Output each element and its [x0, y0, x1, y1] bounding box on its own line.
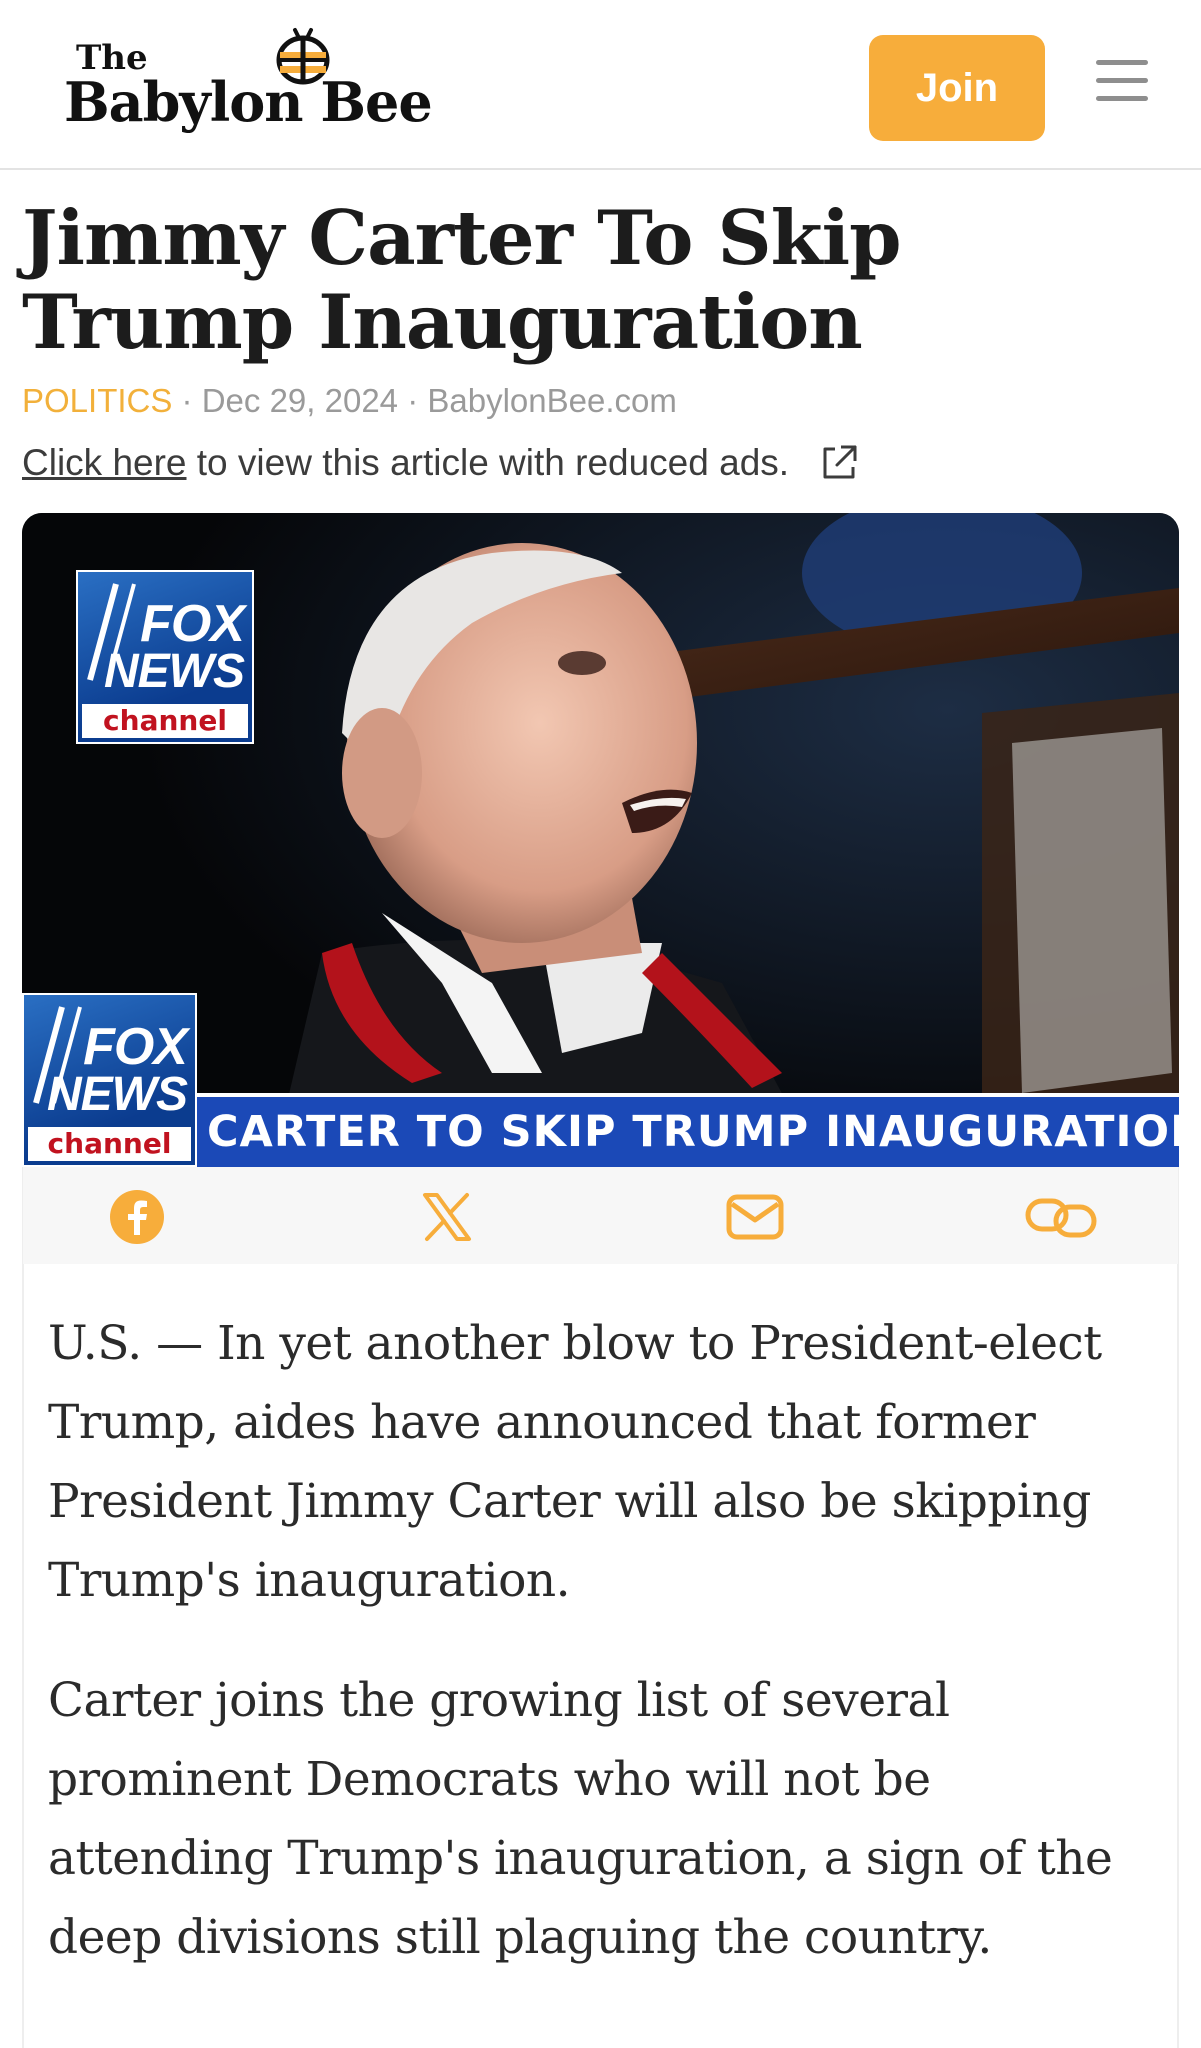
fox-logo-channel-text: channel	[82, 704, 248, 738]
site-logo[interactable]: The Babylon Bee	[64, 26, 444, 144]
news-chyron: CARTER TO SKIP TRUMP INAUGURATION	[197, 1093, 1179, 1167]
article-paragraph: Carter joins the growing list of several…	[48, 1673, 1113, 1965]
fox-logo-channel-text: channel	[28, 1127, 191, 1161]
x-icon	[423, 1193, 471, 1241]
category-link[interactable]: POLITICS	[22, 382, 172, 419]
fox-logo-fox-text: FOX	[140, 595, 245, 653]
fox-logo-news-text: NEWS	[104, 645, 245, 698]
hamburger-menu-icon[interactable]	[1096, 60, 1148, 104]
share-email-button[interactable]	[725, 1189, 785, 1245]
article-body: U.S. — In yet another blow to President-…	[22, 1264, 1179, 2048]
facebook-icon	[110, 1190, 164, 1244]
site-header: The Babylon Bee Join	[0, 0, 1201, 170]
article-paragraph: U.S. — In yet another blow to President-…	[48, 1316, 1102, 1608]
share-facebook-button[interactable]	[107, 1189, 167, 1245]
meta-separator: ·	[407, 382, 419, 419]
article-headline: Jimmy Carter To Skip Trump Inauguration	[22, 194, 902, 366]
share-bar	[22, 1167, 1179, 1264]
reduced-ads-link[interactable]: Click here	[22, 442, 187, 484]
article-meta: POLITICS · Dec 29, 2024 · BabylonBee.com	[22, 382, 677, 420]
fox-logo-news-text: NEWS	[47, 1068, 188, 1121]
fox-news-logo-top: FOX NEWS channel	[76, 570, 254, 744]
external-link-icon[interactable]	[819, 443, 859, 483]
logo-name-text: Babylon Bee	[64, 70, 433, 134]
article-date: Dec 29, 2024	[201, 382, 399, 419]
reduced-ads-notice: Click here to view this article with red…	[22, 442, 859, 484]
meta-separator: ·	[181, 382, 193, 419]
email-icon	[726, 1194, 784, 1240]
fox-news-logo-chyron: FOX NEWS channel	[22, 993, 197, 1167]
join-button[interactable]: Join	[869, 35, 1045, 141]
link-icon	[1025, 1198, 1097, 1238]
share-x-button[interactable]	[417, 1189, 477, 1245]
fox-logo-fox-text: FOX	[83, 1018, 188, 1076]
share-link-button[interactable]	[1025, 1189, 1097, 1245]
article-source: BabylonBee.com	[427, 382, 677, 419]
article-hero-image: FOX NEWS channel FOX NEWS channel CARTER…	[22, 513, 1179, 1167]
reduced-ads-text: to view this article with reduced ads.	[196, 442, 790, 483]
